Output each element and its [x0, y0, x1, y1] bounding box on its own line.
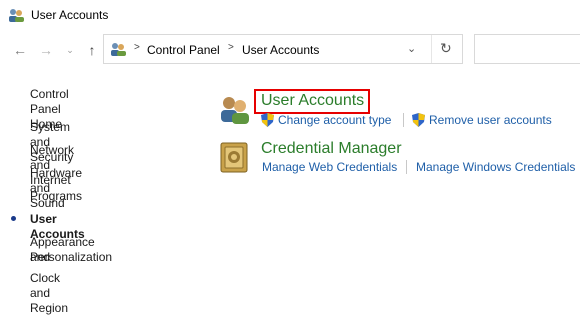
breadcrumb-control-panel[interactable]: Control Panel: [147, 43, 220, 57]
shield-icon: [412, 113, 425, 127]
breadcrumb-separator[interactable]: >: [228, 42, 234, 53]
breadcrumb-user-accounts[interactable]: User Accounts: [242, 43, 319, 57]
link-divider: [406, 160, 407, 174]
breadcrumb-separator[interactable]: >: [134, 42, 140, 53]
sidebar-item-clock-and-region[interactable]: Clock and Region: [30, 271, 68, 316]
highlight-box: [254, 89, 370, 114]
category-title-credential-manager[interactable]: Credential Manager: [261, 140, 402, 158]
sidebar-item-programs[interactable]: Programs: [30, 189, 82, 204]
window-title: User Accounts: [31, 8, 109, 22]
divider: [431, 35, 432, 63]
search-input[interactable]: [474, 34, 580, 64]
active-indicator: [11, 216, 16, 221]
address-dropdown-icon[interactable]: ⌄: [407, 42, 416, 55]
manage-web-credentials-link[interactable]: Manage Web Credentials: [262, 160, 397, 174]
recent-locations-button[interactable]: ⌄: [63, 40, 77, 60]
up-button[interactable]: ↑: [84, 40, 100, 60]
link-divider: [403, 113, 404, 127]
vault-icon: [220, 142, 248, 173]
arrow-left-icon: ←: [13, 42, 27, 58]
title-bar: User Accounts: [0, 0, 580, 30]
chevron-down-icon: ⌄: [66, 45, 74, 55]
change-account-type-link[interactable]: Change account type: [278, 113, 391, 127]
sidebar-item-appearance-and-personalization-line2[interactable]: Personalization: [30, 250, 112, 265]
users-icon: [9, 9, 24, 22]
shield-icon: [261, 113, 274, 127]
users-icon: [221, 97, 249, 124]
manage-windows-credentials-link[interactable]: Manage Windows Credentials: [416, 160, 575, 174]
address-bar[interactable]: > Control Panel > User Accounts ⌄ ↻: [103, 34, 463, 64]
arrow-right-icon: →: [39, 42, 53, 58]
refresh-icon[interactable]: ↻: [440, 40, 452, 57]
remove-user-accounts-link[interactable]: Remove user accounts: [429, 113, 552, 127]
back-button[interactable]: ←: [10, 40, 30, 60]
arrow-up-icon: ↑: [88, 42, 96, 58]
users-icon: [111, 43, 126, 56]
forward-button[interactable]: →: [36, 40, 56, 60]
